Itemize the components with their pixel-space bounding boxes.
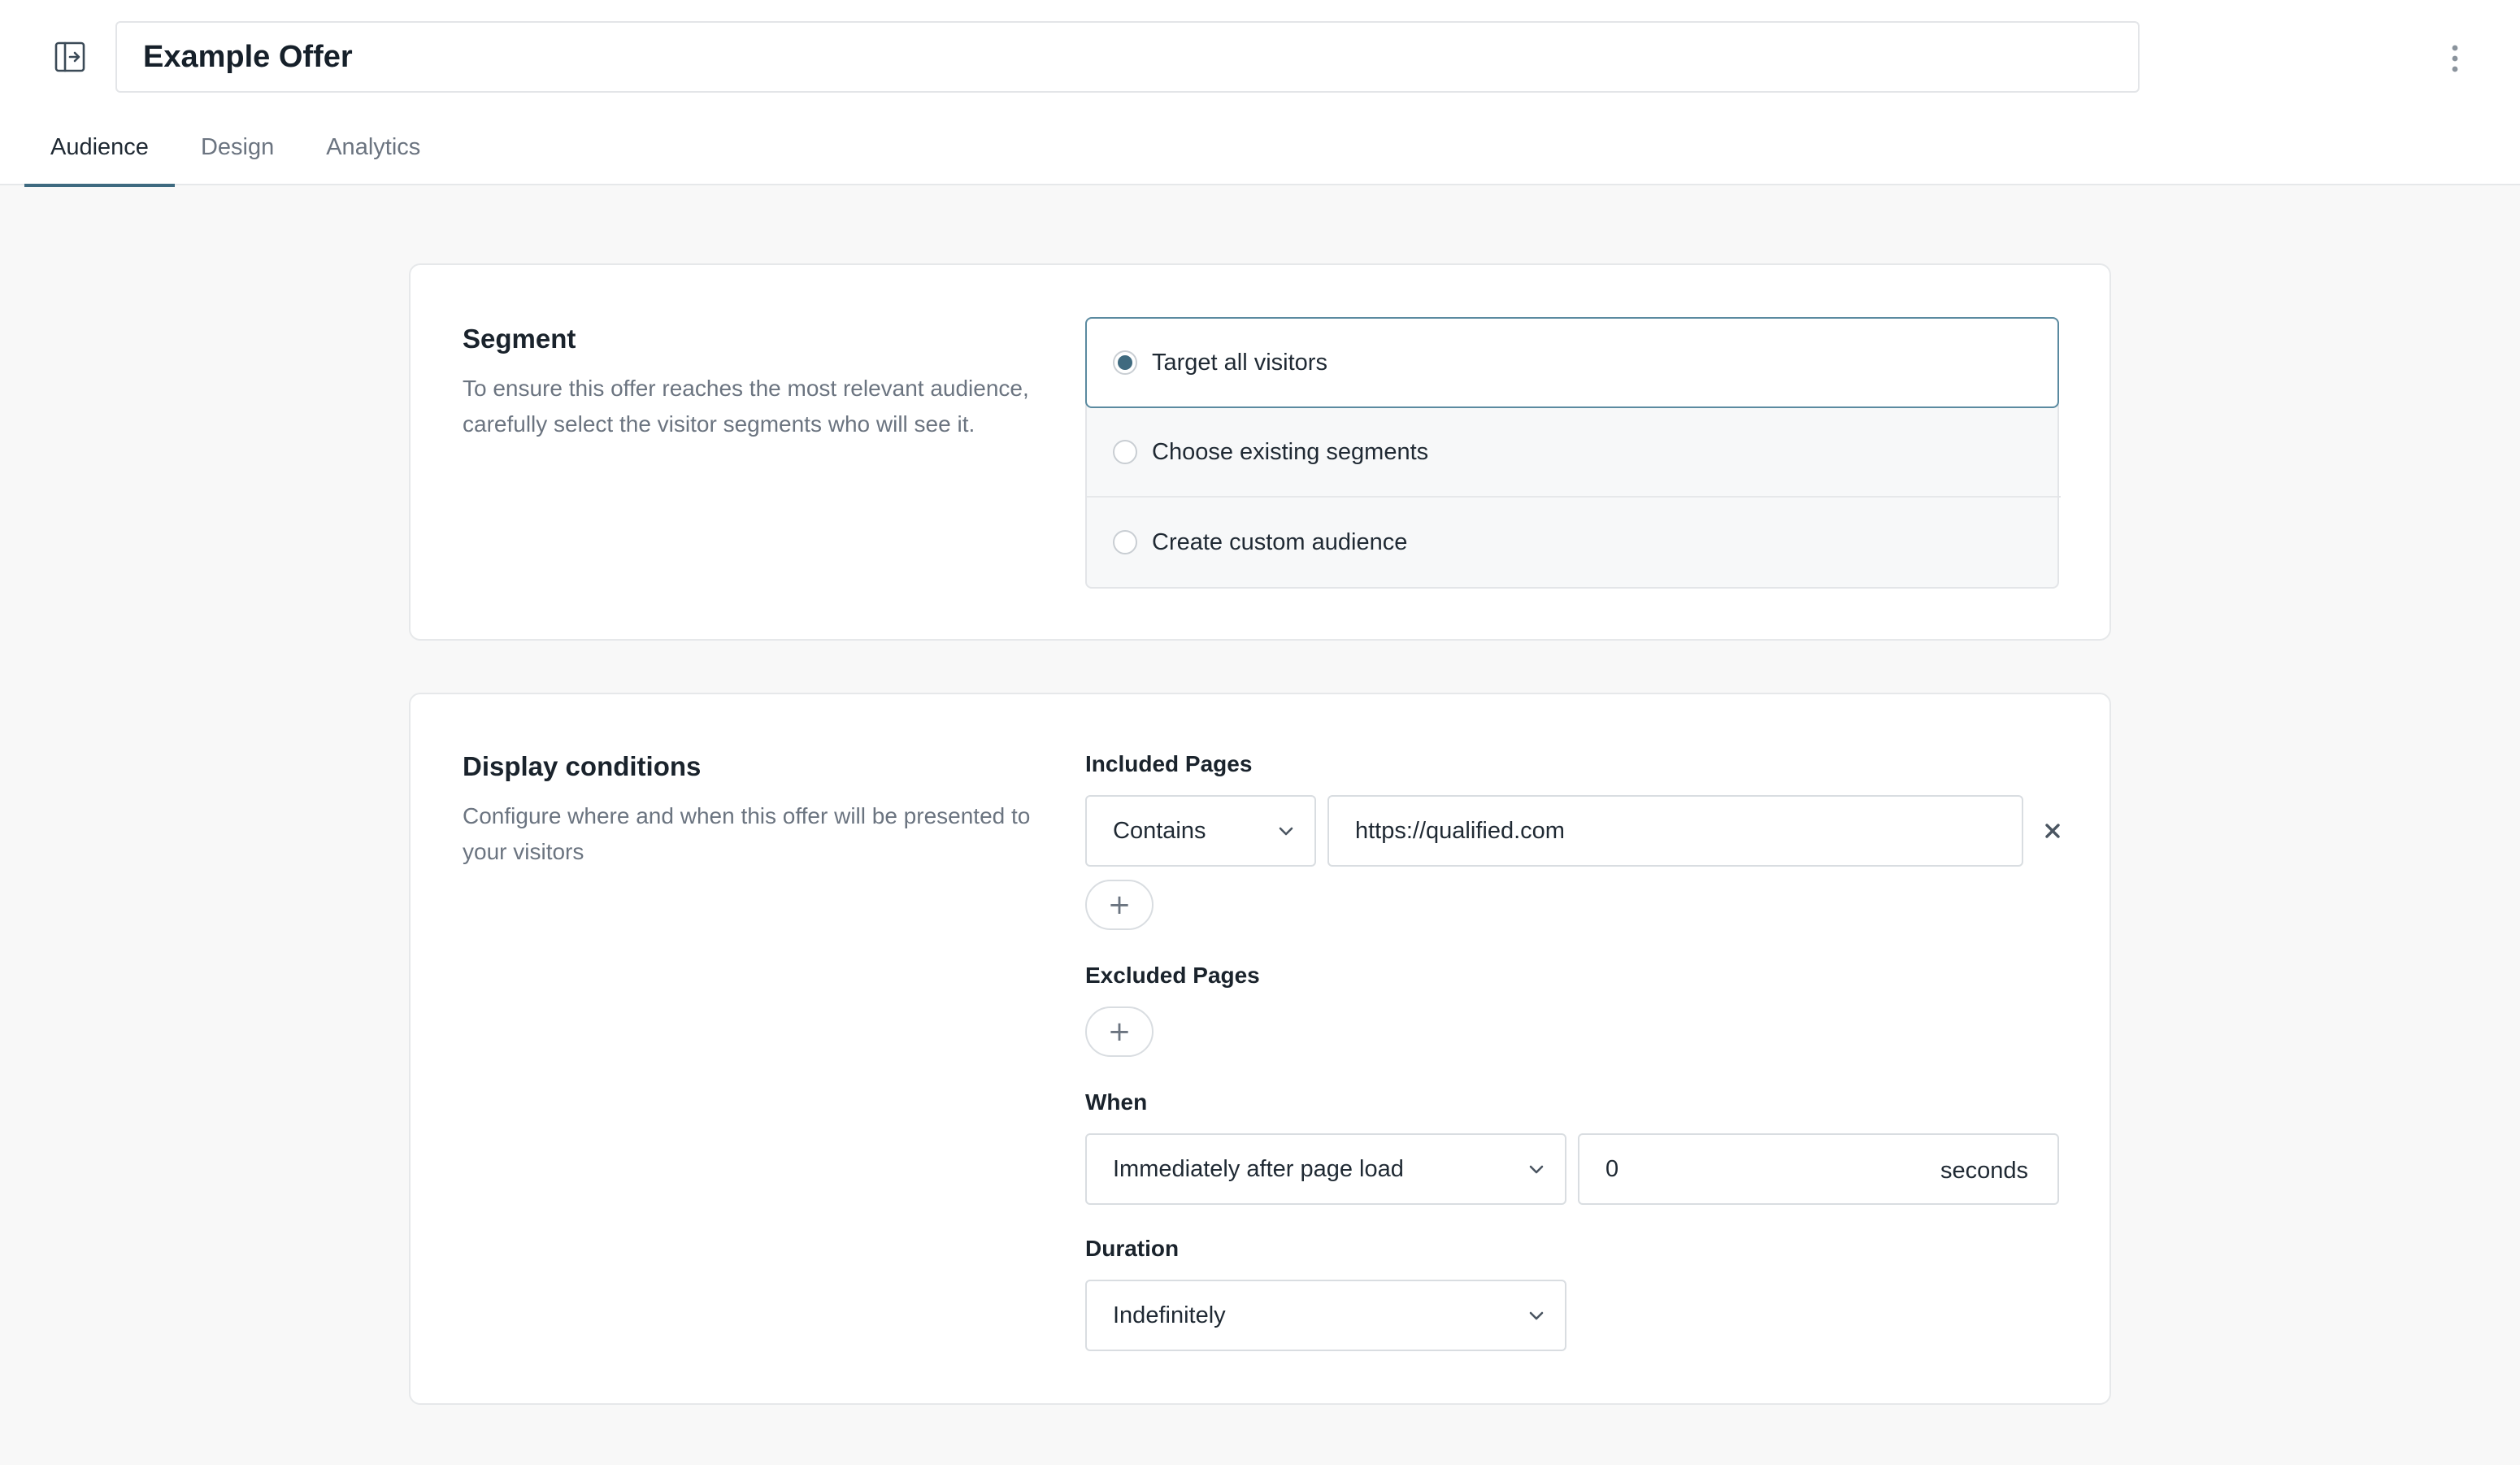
radio-unchecked-icon (1113, 530, 1137, 554)
included-operator-select[interactable]: Contains (1085, 795, 1316, 867)
segment-title: Segment (463, 324, 576, 354)
included-url-input[interactable] (1327, 795, 2023, 867)
tab-audience[interactable]: Audience (24, 122, 175, 187)
tab-bar: Audience Design Analytics (24, 122, 446, 187)
radio-label: Target all visitors (1152, 349, 1327, 376)
radio-create-custom-audience[interactable]: Create custom audience (1087, 498, 2061, 587)
chevron-down-icon (1279, 827, 1293, 836)
segment-description: To ensure this offer reaches the most re… (463, 376, 1029, 437)
when-select[interactable]: Immediately after page load (1085, 1133, 1566, 1205)
plus-icon: + (1107, 1015, 1132, 1048)
radio-choose-existing-segments[interactable]: Choose existing segments (1087, 408, 2061, 498)
add-included-page-button[interactable]: + (1085, 880, 1154, 930)
when-label: When (1085, 1089, 1148, 1115)
remove-rule-button[interactable] (2036, 815, 2069, 847)
duration-select[interactable]: Indefinitely (1085, 1280, 1566, 1351)
chevron-down-icon (1529, 1165, 1544, 1174)
plus-icon: + (1107, 889, 1132, 921)
delay-unit-label: seconds (1940, 1158, 2029, 1184)
segment-card: Segment To ensure this offer reaches the… (409, 263, 2111, 641)
display-conditions-title: Display conditions (463, 751, 702, 781)
excluded-pages-label: Excluded Pages (1085, 963, 1260, 988)
chevron-down-icon (1529, 1311, 1544, 1320)
select-value: Immediately after page load (1113, 1155, 1404, 1182)
display-conditions-description: Configure where and when this offer will… (463, 803, 1031, 864)
tab-design[interactable]: Design (175, 122, 300, 185)
radio-unchecked-icon (1113, 440, 1137, 464)
add-excluded-page-button[interactable]: + (1085, 1006, 1154, 1057)
select-value: Contains (1113, 817, 1206, 844)
radio-label: Create custom audience (1152, 528, 1408, 555)
close-icon (2045, 824, 2060, 838)
tab-analytics[interactable]: Analytics (300, 122, 446, 185)
duration-label: Duration (1085, 1236, 1180, 1261)
offer-title-input[interactable] (115, 21, 2140, 93)
display-conditions-card: Display conditions Configure where and w… (409, 693, 2111, 1405)
radio-label: Choose existing segments (1152, 438, 1429, 465)
radio-checked-icon (1113, 350, 1137, 375)
panel-expand-icon[interactable] (52, 39, 88, 75)
included-pages-label: Included Pages (1085, 751, 1253, 776)
page-header: Audience Design Analytics (0, 0, 2520, 187)
more-vertical-icon[interactable] (2439, 39, 2471, 78)
select-value: Indefinitely (1113, 1302, 1226, 1328)
radio-target-all-visitors[interactable]: Target all visitors (1085, 317, 2059, 408)
segment-radio-group: Target all visitors Choose existing segm… (1085, 317, 2061, 589)
